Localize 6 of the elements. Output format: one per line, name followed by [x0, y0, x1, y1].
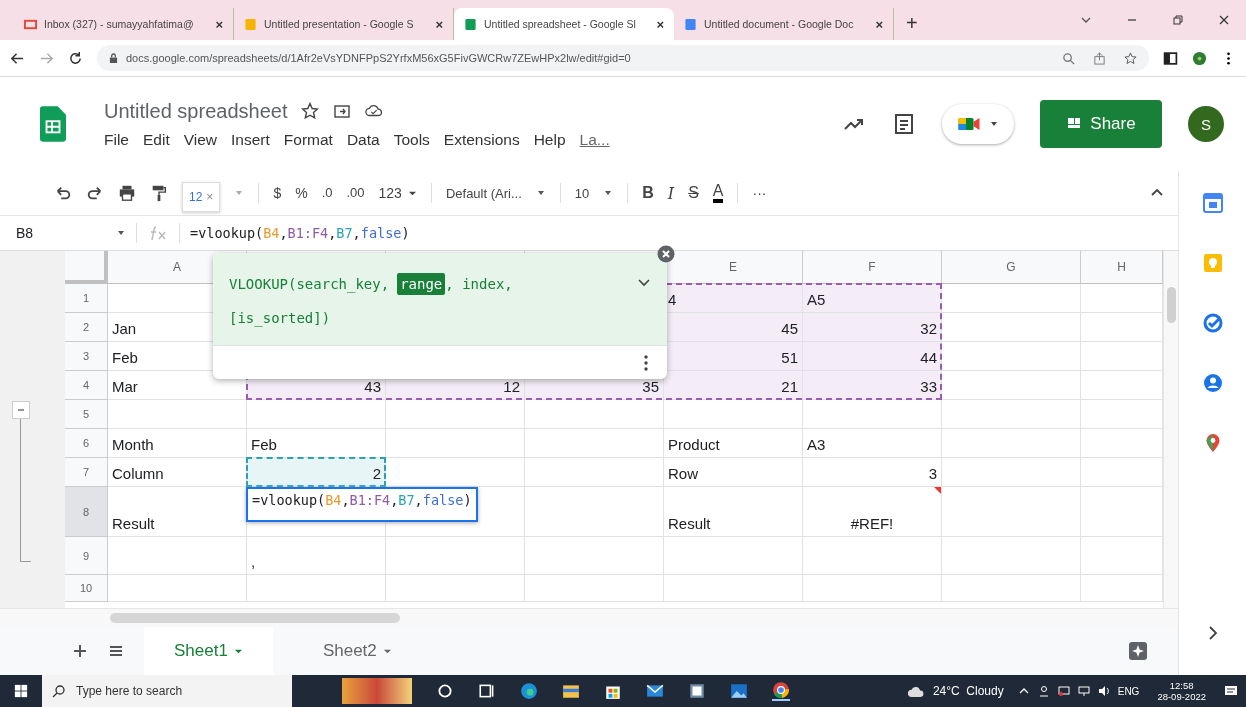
tab-title: Untitled spreadsheet - Google Sl: [484, 18, 637, 30]
zoom-value: 12: [189, 190, 203, 204]
tab-title: Untitled document - Google Doc: [704, 18, 855, 30]
tab-title: Untitled presentation - Google S: [264, 18, 415, 30]
tab-title: Inbox (327) - sumayyahfatima@: [44, 18, 195, 30]
url-text: docs.google.com/spreadsheets/d/1Afr2eVsYDNFPpS2YrfxM56xG5FivGWCRw7ZEwHPx2lw/edit#gid=0: [126, 52, 632, 64]
